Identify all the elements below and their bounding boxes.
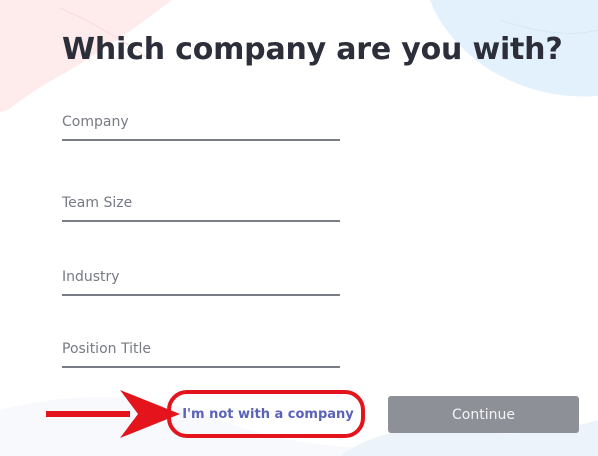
not-with-company-button[interactable]: I'm not with a company — [180, 398, 356, 430]
annotation-arrow-icon — [46, 390, 180, 438]
company-field[interactable] — [62, 107, 340, 141]
position-title-input[interactable] — [62, 334, 340, 364]
signup-company-page: Which company are you with? I'm not with… — [0, 0, 598, 456]
industry-field[interactable] — [62, 262, 340, 296]
team-size-input[interactable] — [62, 188, 340, 218]
continue-button[interactable]: Continue — [388, 396, 579, 433]
background-decoration — [0, 0, 598, 456]
page-title: Which company are you with? — [62, 32, 563, 67]
team-size-field[interactable] — [62, 188, 340, 222]
company-input[interactable] — [62, 107, 340, 137]
industry-input[interactable] — [62, 262, 340, 292]
position-title-field[interactable] — [62, 334, 340, 368]
